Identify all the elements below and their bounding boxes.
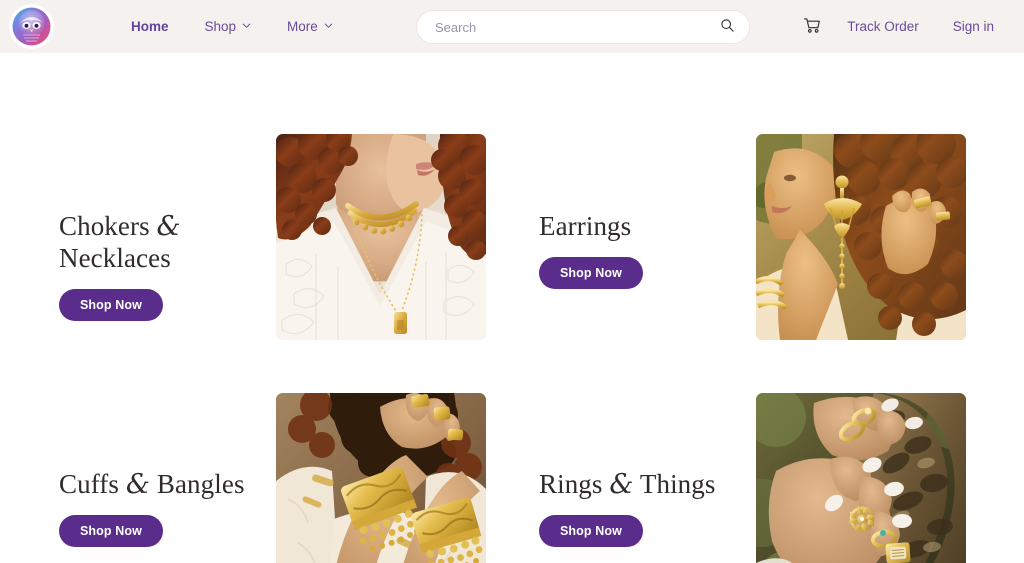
header-actions: Track Order Sign in xyxy=(799,13,1004,40)
nav-item-more[interactable]: More xyxy=(269,13,351,40)
track-order-link[interactable]: Track Order xyxy=(837,13,929,40)
nav-item-label: Home xyxy=(131,19,169,34)
brand-logo[interactable] xyxy=(11,6,52,47)
search-submit-button[interactable] xyxy=(711,11,749,43)
site-header: Home Shop More Search Track Order Sign i… xyxy=(0,0,1024,53)
brand-logo-image xyxy=(11,6,52,47)
nav-item-home[interactable]: Home xyxy=(113,13,187,40)
category-image-rings-graphic xyxy=(756,393,966,563)
category-image-rings[interactable] xyxy=(756,393,966,563)
shop-now-button-earrings[interactable]: Shop Now xyxy=(539,256,643,289)
sign-in-link[interactable]: Sign in xyxy=(943,13,1004,40)
category-title: Rings & Things xyxy=(539,469,769,501)
category-title-line2: Necklaces xyxy=(59,242,171,273)
search-icon xyxy=(720,18,735,36)
category-title-line1: Cuffs & Bangles xyxy=(59,469,245,500)
category-title: Chokers & Necklaces xyxy=(59,211,259,275)
category-image-chokers-graphic xyxy=(276,134,486,340)
category-title-line1: Chokers & xyxy=(59,211,181,242)
category-title: Cuffs & Bangles xyxy=(59,469,289,501)
category-block-cuffs: Cuffs & Bangles Shop Now xyxy=(59,469,289,547)
category-image-cuffs[interactable] xyxy=(276,393,486,563)
shop-now-button-rings[interactable]: Shop Now xyxy=(539,514,643,547)
category-image-earrings-graphic xyxy=(756,134,966,340)
category-grid: Chokers & Necklaces Shop Now Earrings Sh… xyxy=(0,53,1024,563)
category-image-cuffs-graphic xyxy=(276,393,486,563)
category-block-chokers: Chokers & Necklaces Shop Now xyxy=(59,211,259,321)
shop-now-button-cuffs[interactable]: Shop Now xyxy=(59,514,163,547)
category-title-line1: Earrings xyxy=(539,211,632,241)
category-block-earrings: Earrings Shop Now xyxy=(539,211,739,289)
search-input[interactable] xyxy=(417,19,711,35)
shop-now-button-chokers[interactable]: Shop Now xyxy=(59,288,163,321)
nav-item-label: More xyxy=(287,19,318,34)
chevron-down-icon xyxy=(242,21,251,30)
shopping-cart-icon[interactable] xyxy=(799,14,825,40)
category-title: Earrings xyxy=(539,211,739,243)
category-block-rings: Rings & Things Shop Now xyxy=(539,469,769,547)
nav-item-shop[interactable]: Shop xyxy=(187,13,270,40)
chevron-down-icon xyxy=(324,21,333,30)
main-nav: Home Shop More xyxy=(113,13,351,40)
search-bar[interactable] xyxy=(416,10,750,44)
category-image-chokers[interactable] xyxy=(276,134,486,340)
category-title-line1: Rings & Things xyxy=(539,469,716,500)
category-image-earrings[interactable] xyxy=(756,134,966,340)
nav-item-label: Shop xyxy=(204,19,237,34)
